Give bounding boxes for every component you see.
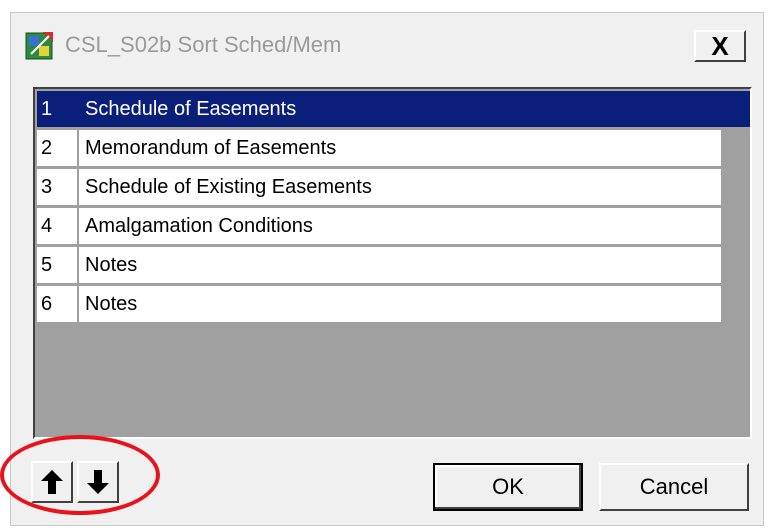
list-item-number: 2: [37, 130, 79, 166]
list-item-label: Schedule of Easements: [85, 98, 297, 120]
list-item[interactable]: 4 Amalgamation Conditions: [37, 208, 721, 244]
close-button[interactable]: X: [694, 30, 746, 62]
highlight-annotation-circle: [0, 435, 160, 515]
window-title: CSL_S02b Sort Sched/Mem: [65, 32, 342, 57]
list-item[interactable]: 3 Schedule of Existing Easements: [37, 169, 721, 205]
list-item-number: 5: [37, 247, 79, 283]
app-icon: [25, 32, 53, 60]
list-item[interactable]: 6 Notes: [37, 286, 721, 322]
list-item-number: 4: [37, 208, 79, 244]
list-item-label: Amalgamation Conditions: [85, 215, 313, 237]
list-item-label: Notes: [85, 293, 138, 315]
list-item-label: Notes: [85, 254, 138, 276]
title-bar[interactable]: CSL_S02b Sort Sched/Mem X: [11, 13, 763, 65]
list-item-number: 6: [37, 286, 79, 322]
cancel-button[interactable]: Cancel: [599, 463, 749, 511]
list-item-label: Memorandum of Easements: [85, 137, 337, 159]
sort-list[interactable]: 1 Schedule of Easements 2 Memorandum of …: [33, 87, 752, 439]
list-item-number: 1: [37, 91, 79, 127]
list-item-label: Schedule of Existing Easements: [85, 176, 372, 198]
list-item[interactable]: 1 Schedule of Easements: [37, 91, 750, 127]
list-item[interactable]: 2 Memorandum of Easements: [37, 130, 721, 166]
ok-button[interactable]: OK: [433, 463, 583, 511]
list-item-number: 3: [37, 169, 79, 205]
list-item[interactable]: 5 Notes: [37, 247, 721, 283]
